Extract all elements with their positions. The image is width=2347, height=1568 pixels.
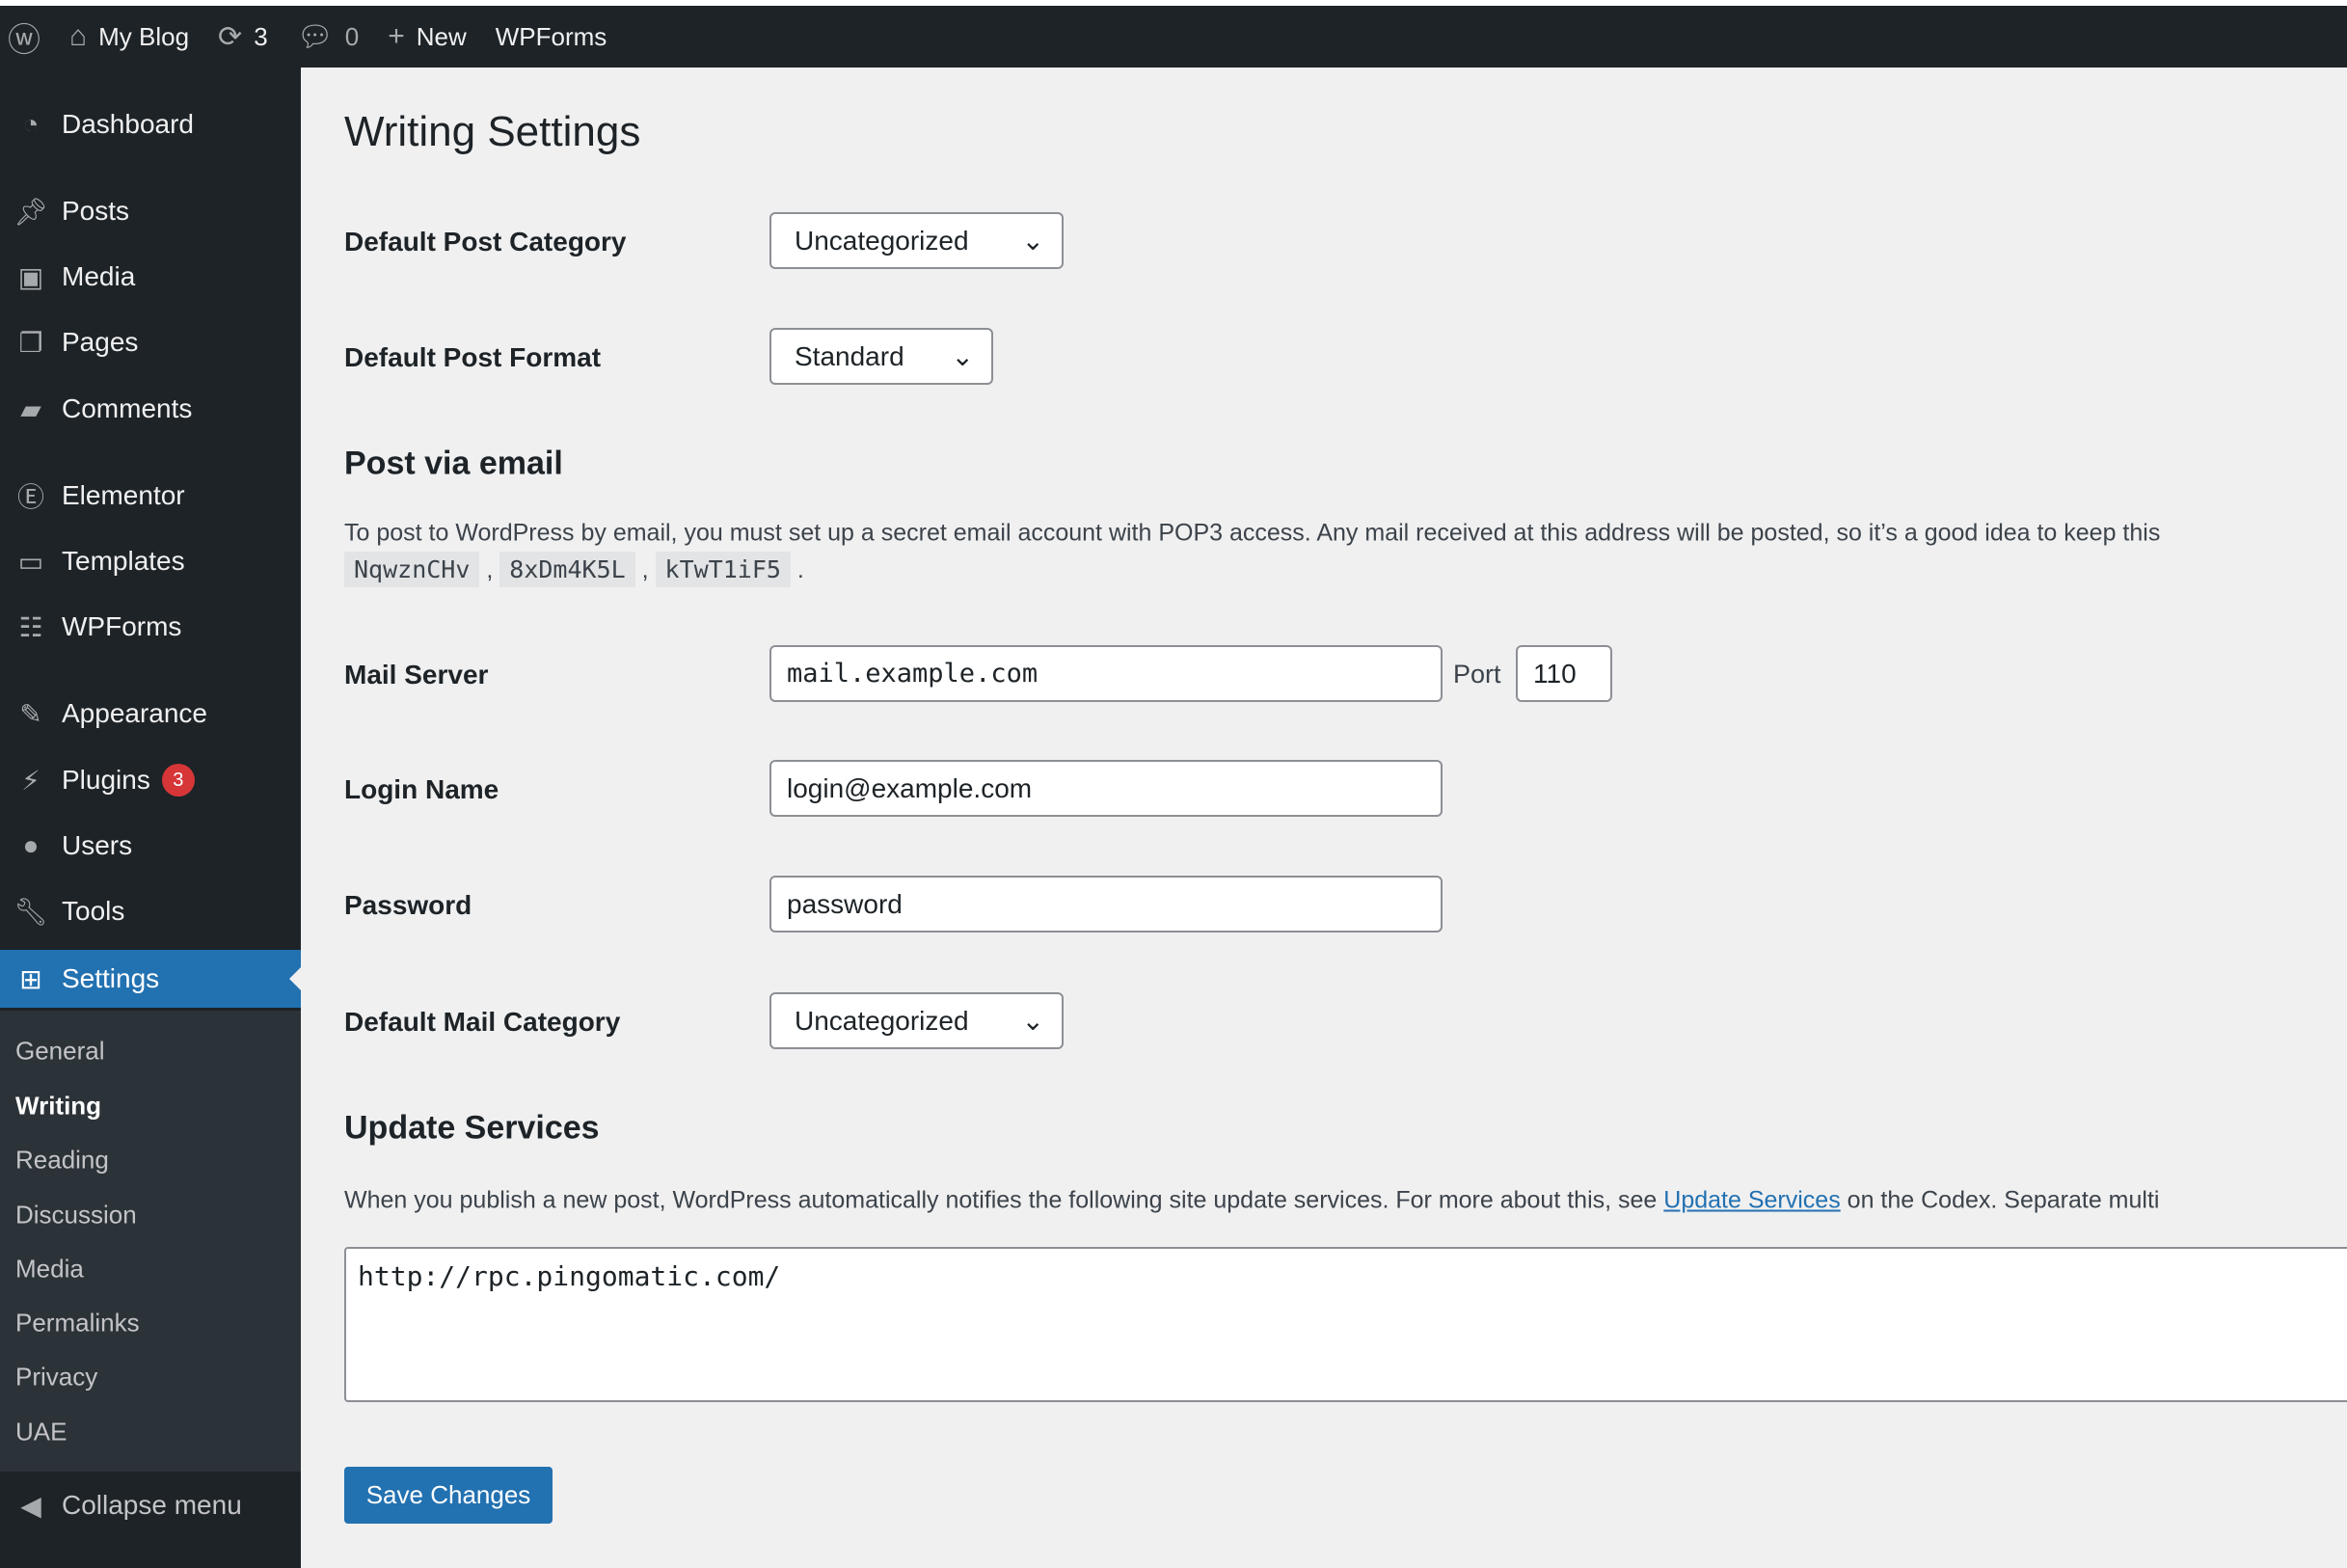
update-services-heading: Update Services	[344, 1109, 600, 1147]
updates-link[interactable]: ⟳ 3	[218, 20, 268, 54]
sidebar-item-wpforms[interactable]: ☷ WPForms	[0, 598, 301, 656]
plugins-update-badge: 3	[161, 764, 195, 797]
sidebar-item-templates[interactable]: ▭ Templates	[0, 532, 301, 590]
random-strings: NqwznCHv , 8xDm4K5L , kTwT1iF5 .	[344, 552, 804, 587]
user-icon: ●	[22, 830, 40, 860]
pages-icon: ❐	[18, 327, 43, 358]
update-services-description: When you publish a new post, WordPress a…	[344, 1186, 2160, 1214]
chevron-down-icon: ⌄	[1021, 1006, 1044, 1036]
page-title: Writing Settings	[344, 108, 641, 155]
port-input[interactable]: 110	[1516, 645, 1612, 702]
wrench-icon: 🔧︎	[13, 896, 48, 927]
port-label: Port	[1453, 660, 1501, 689]
sidebar-item-label: Posts	[62, 196, 130, 226]
submenu-item-reading[interactable]: Reading	[15, 1146, 109, 1176]
sidebar-item-users[interactable]: ● Users	[0, 817, 301, 875]
sidebar-item-label: Appearance	[62, 698, 208, 728]
settings-icon: ⊞	[19, 963, 42, 994]
sidebar-item-settings[interactable]: ⊞ Settings	[0, 950, 301, 1008]
brush-icon: ✎	[19, 698, 42, 729]
password-label: Password	[344, 890, 472, 920]
media-icon: ▣	[17, 261, 44, 292]
submenu-item-writing[interactable]: Writing	[15, 1092, 101, 1122]
update-services-link[interactable]: Update Services	[1663, 1187, 1840, 1214]
mail-server-input[interactable]: mail.example.com	[769, 645, 1443, 702]
comment-icon: 💬︎	[296, 20, 334, 53]
password-input[interactable]: password	[769, 876, 1443, 933]
home-icon: ⌂	[69, 20, 88, 52]
refresh-icon: ⟳	[218, 20, 243, 53]
form-icon: ☷	[18, 611, 43, 642]
comment-icon: ▰	[20, 393, 41, 424]
sidebar-item-comments[interactable]: ▰ Comments	[0, 380, 301, 438]
elementor-icon: Ⓔ	[16, 482, 44, 512]
submenu-item-media[interactable]: Media	[15, 1255, 84, 1284]
sidebar-item-media[interactable]: ▣ Media	[0, 248, 301, 306]
mail-server-label: Mail Server	[344, 660, 489, 689]
sidebar-item-dashboard[interactable]: ◔ Dashboard	[0, 95, 301, 153]
default-post-format-select[interactable]: Standard ⌄	[769, 328, 993, 385]
sidebar-item-label: Media	[62, 261, 136, 291]
wpforms-link[interactable]: WPForms	[496, 22, 607, 52]
wordpress-logo-icon[interactable]: ⓦ	[8, 14, 40, 61]
plug-icon: ⚡︎	[21, 765, 40, 796]
default-mail-category-select[interactable]: Uncategorized ⌄	[769, 992, 1064, 1049]
sidebar-item-elementor[interactable]: Ⓔ Elementor	[0, 467, 301, 525]
sidebar-item-tools[interactable]: 🔧︎ Tools	[0, 882, 301, 940]
admin-bar: ⓦ ⌂ My Blog ⟳ 3 💬︎ 0 + New WPForms	[0, 6, 2347, 68]
sidebar-item-label: Users	[62, 830, 133, 860]
default-post-category-label: Default Post Category	[344, 227, 627, 257]
submenu-item-privacy[interactable]: Privacy	[15, 1363, 97, 1392]
default-post-format-label: Default Post Format	[344, 342, 602, 372]
chevron-down-icon: ⌄	[1021, 226, 1044, 256]
sidebar-item-label: Comments	[62, 393, 193, 423]
comments-link[interactable]: 💬︎ 0	[297, 20, 360, 54]
login-name-label: Login Name	[344, 774, 499, 804]
post-via-email-heading: Post via email	[344, 445, 563, 482]
sidebar-item-label: Templates	[62, 546, 185, 576]
site-name-link[interactable]: ⌂ My Blog	[69, 20, 189, 53]
submenu-item-uae[interactable]: UAE	[15, 1418, 67, 1447]
settings-submenu	[0, 1011, 301, 1472]
default-post-category-select[interactable]: Uncategorized ⌄	[769, 212, 1064, 269]
sidebar-item-appearance[interactable]: ✎ Appearance	[0, 685, 301, 743]
default-mail-category-label: Default Mail Category	[344, 1007, 621, 1037]
submenu-item-discussion[interactable]: Discussion	[15, 1201, 137, 1230]
update-services-textarea[interactable]: http://rpc.pingomatic.com/	[344, 1247, 2347, 1402]
sidebar-item-label: Dashboard	[62, 109, 194, 139]
sidebar-item-label: Settings	[62, 963, 160, 993]
sidebar-item-label: Pages	[62, 327, 139, 357]
submenu-item-permalinks[interactable]: Permalinks	[15, 1309, 140, 1338]
collapse-arrow-icon: ◀	[20, 1490, 41, 1521]
folder-icon: ▭	[17, 546, 44, 577]
login-name-input[interactable]: login@example.com	[769, 760, 1443, 817]
collapse-menu-button[interactable]: ◀ Collapse menu	[0, 1476, 301, 1534]
sidebar-item-posts[interactable]: 📌︎ Posts	[0, 182, 301, 240]
dashboard-icon: ◔	[22, 109, 40, 139]
new-link[interactable]: + New	[388, 20, 467, 53]
post-via-email-description: To post to WordPress by email, you must …	[344, 519, 2161, 547]
sidebar-item-label: Plugins	[62, 765, 150, 795]
sidebar-item-label: Elementor	[62, 480, 185, 510]
pin-icon: 📌︎	[13, 196, 48, 227]
save-changes-button[interactable]: Save Changes	[344, 1467, 553, 1524]
sidebar-item-label: WPForms	[62, 611, 182, 641]
chevron-down-icon: ⌄	[951, 341, 974, 371]
plus-icon: +	[388, 20, 405, 52]
sidebar-item-label: Tools	[62, 896, 125, 926]
submenu-item-general[interactable]: General	[15, 1037, 105, 1067]
sidebar-item-pages[interactable]: ❐ Pages	[0, 313, 301, 371]
sidebar-item-plugins[interactable]: ⚡︎ Plugins 3	[0, 751, 301, 809]
